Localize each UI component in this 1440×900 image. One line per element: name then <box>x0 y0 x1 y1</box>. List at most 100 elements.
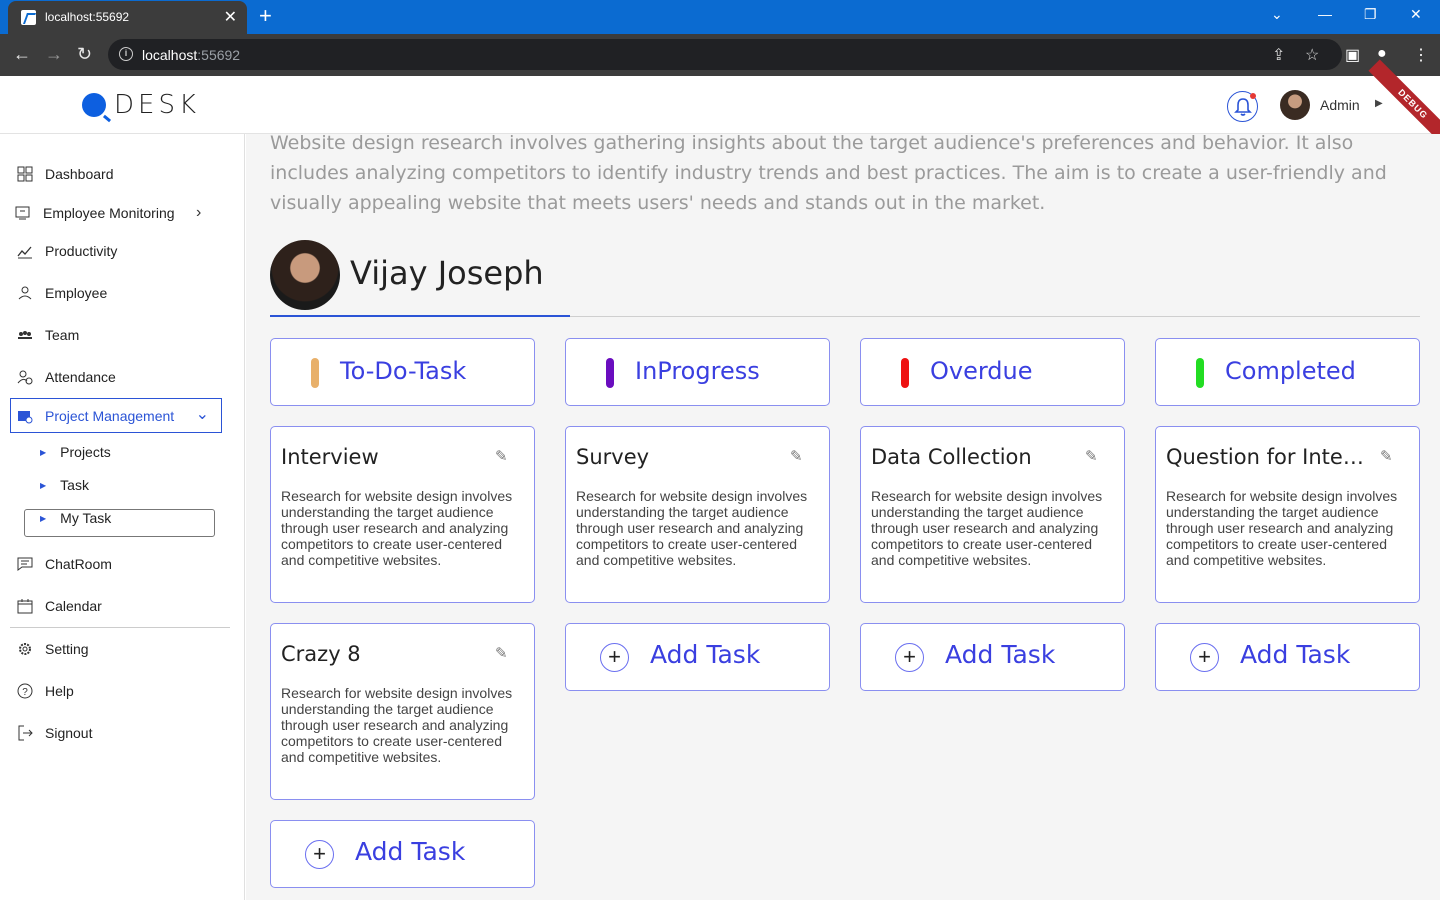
caret-right-icon[interactable]: ▶ <box>1375 98 1383 109</box>
add-task-button[interactable]: + Add Task <box>860 623 1125 691</box>
forward-icon[interactable]: → <box>45 44 63 65</box>
column-label: InProgress <box>635 357 760 385</box>
sidebar-item-calendar[interactable]: Calendar <box>0 589 245 623</box>
sidebar-item-employee[interactable]: Employee <box>0 276 245 310</box>
sidepanel-icon[interactable]: ▣ <box>1345 45 1360 65</box>
task-card[interactable]: Crazy 8 ✎ Research for website design in… <box>270 623 535 800</box>
grid-icon <box>17 166 33 182</box>
sidebar-item-label: Signout <box>45 725 93 741</box>
sidebar-subitem-task[interactable]: ▶ Task <box>40 477 89 493</box>
sidebar-item-dashboard[interactable]: Dashboard <box>0 157 245 191</box>
sidebar-item-productivity[interactable]: Productivity <box>0 234 245 268</box>
sidebar-item-setting[interactable]: Setting <box>0 632 245 666</box>
back-icon[interactable]: ← <box>13 44 31 65</box>
help-icon: ? <box>17 683 33 699</box>
status-color-bar <box>606 358 614 388</box>
admin-name[interactable]: Admin <box>1320 97 1360 113</box>
triangle-right-icon: ▶ <box>40 447 47 457</box>
new-tab-icon[interactable]: + <box>259 3 272 29</box>
column-header-inprogress[interactable]: InProgress <box>565 338 830 406</box>
add-task-label: Add Task <box>355 837 466 866</box>
column-header-todo[interactable]: To-Do-Task <box>270 338 535 406</box>
sidebar-item-label: Dashboard <box>45 166 114 182</box>
tab-close-icon[interactable]: ✕ <box>224 7 237 27</box>
tab-search-icon[interactable]: ⌄ <box>1271 6 1283 23</box>
chart-icon <box>17 246 32 259</box>
sidebar-item-help[interactable]: ? Help <box>0 674 245 708</box>
sidebar-item-label: Employee <box>45 285 108 301</box>
add-task-label: Add Task <box>1240 640 1351 669</box>
plus-circle-icon: + <box>600 643 629 672</box>
browser-tabbar: localhost:55692 ✕ + ⌄ — ❐ ✕ <box>0 0 1440 34</box>
status-color-bar <box>901 358 909 388</box>
browser-tab[interactable]: localhost:55692 ✕ <box>8 1 247 34</box>
edit-pencil-icon[interactable]: ✎ <box>1085 447 1098 465</box>
sidebar-item-label: Productivity <box>45 243 118 259</box>
bell-icon <box>1234 98 1252 116</box>
triangle-right-icon: ▶ <box>40 513 47 523</box>
plus-circle-icon: + <box>1190 643 1219 672</box>
sidebar-divider <box>10 627 230 628</box>
plus-circle-icon: + <box>895 643 924 672</box>
sidebar-subitem-my-task[interactable]: ▶ My Task <box>40 510 111 526</box>
sidebar-item-label: Setting <box>45 641 89 657</box>
restore-icon[interactable]: ❐ <box>1364 6 1377 23</box>
task-card[interactable]: Interview ✎ Research for website design … <box>270 426 535 603</box>
column-label: Overdue <box>930 357 1033 385</box>
task-description: Research for website design involves und… <box>1166 488 1398 568</box>
add-task-button[interactable]: + Add Task <box>1155 623 1420 691</box>
close-window-icon[interactable]: ✕ <box>1410 6 1422 23</box>
edit-pencil-icon[interactable]: ✎ <box>495 644 508 662</box>
gear-icon <box>19 643 31 655</box>
sidebar-item-team[interactable]: Team <box>0 318 245 352</box>
attendance-icon <box>17 370 33 385</box>
column-header-overdue[interactable]: Overdue <box>860 338 1125 406</box>
sidebar-item-label: Help <box>45 683 74 699</box>
task-description: Research for website design involves und… <box>576 488 808 568</box>
task-card[interactable]: Question for Interview ✎ Research for we… <box>1155 426 1420 603</box>
edit-pencil-icon[interactable]: ✎ <box>790 447 803 465</box>
chevron-right-icon: › <box>196 204 202 221</box>
logo: DESK <box>82 90 200 120</box>
sidebar-item-label: Attendance <box>45 369 116 385</box>
task-card[interactable]: Survey ✎ Research for website design inv… <box>565 426 830 603</box>
task-card[interactable]: Data Collection ✎ Research for website d… <box>860 426 1125 603</box>
task-title: Question for Interview <box>1166 445 1371 469</box>
task-title: Data Collection <box>871 445 1032 469</box>
url-port: :55692 <box>197 47 241 63</box>
sidebar-item-label: ChatRoom <box>45 556 112 572</box>
edit-pencil-icon[interactable]: ✎ <box>495 447 508 465</box>
minimize-icon[interactable]: — <box>1318 6 1332 22</box>
active-tab-indicator <box>270 315 570 317</box>
sidebar-item-project-management[interactable]: Project Management ⌄ <box>10 398 222 433</box>
column-label: To-Do-Task <box>340 357 467 385</box>
add-task-button[interactable]: + Add Task <box>270 820 535 888</box>
sidebar-item-employee-monitoring[interactable]: Employee Monitoring › <box>0 196 245 230</box>
admin-avatar[interactable] <box>1280 90 1310 120</box>
task-description: Research for website design involves und… <box>281 488 513 568</box>
reload-icon[interactable]: ↻ <box>77 44 92 65</box>
bookmark-star-icon[interactable]: ☆ <box>1305 45 1319 65</box>
share-icon[interactable]: ⇪ <box>1272 45 1285 65</box>
sidebar-subitem-projects[interactable]: ▶ Projects <box>40 444 111 460</box>
notification-button[interactable] <box>1227 91 1258 122</box>
address-bar[interactable]: i localhost:55692 ⇪ ☆ <box>108 39 1342 70</box>
edit-pencil-icon[interactable]: ✎ <box>1380 447 1393 465</box>
folder-icon <box>18 410 33 423</box>
sidebar-item-chatroom[interactable]: ChatRoom <box>0 547 245 581</box>
sidebar-item-attendance[interactable]: Attendance <box>0 360 245 394</box>
task-title: Crazy 8 <box>281 642 361 666</box>
calendar-icon <box>17 599 33 614</box>
sidebar-subitem-label: Projects <box>60 444 111 460</box>
task-title: Interview <box>281 445 379 469</box>
site-info-icon[interactable]: i <box>119 47 133 61</box>
sidebar-subitem-label: Task <box>60 477 89 493</box>
task-title: Survey <box>576 445 650 469</box>
sidebar-item-signout[interactable]: Signout <box>0 716 245 750</box>
add-task-button[interactable]: + Add Task <box>565 623 830 691</box>
url-text: localhost:55692 <box>142 47 240 63</box>
tab-title: localhost:55692 <box>45 10 130 24</box>
menu-dots-icon[interactable]: ⋮ <box>1413 45 1429 65</box>
sidebar: Dashboard Employee Monitoring › Producti… <box>0 134 245 900</box>
column-header-completed[interactable]: Completed <box>1155 338 1420 406</box>
